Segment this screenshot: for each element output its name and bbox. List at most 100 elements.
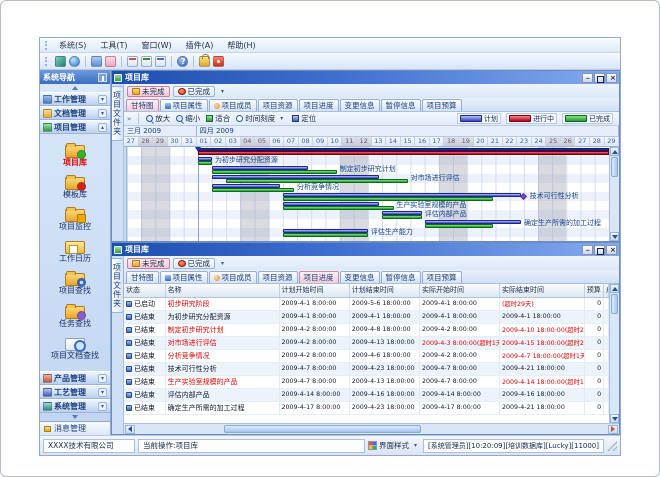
column-header-7[interactable]: 成 [604, 284, 609, 297]
gantt-done-bar[interactable] [382, 215, 422, 219]
table-row[interactable]: 已结束为初步研究分配资源2009-4-1 8:00:002009-4-1 18:… [124, 310, 609, 323]
menu-item-4[interactable]: 帮助(H) [220, 39, 262, 52]
table-tab-5[interactable]: 变更信息 [340, 271, 380, 283]
gantt-tab-6[interactable]: 暂停信息 [381, 99, 421, 111]
table-tab-7[interactable]: 项目预算 [422, 271, 462, 283]
table-row[interactable]: 已结束分析竞争情况2009-4-2 8:00:002009-4-6 18:00:… [124, 349, 609, 362]
scroll-thumb[interactable] [224, 425, 421, 433]
menubar-grip[interactable] [45, 41, 48, 50]
menu-item-3[interactable]: 插件(A) [179, 39, 221, 52]
sidebar-item-folder-search[interactable]: 项目查找 [59, 273, 91, 295]
sidebar-section-work[interactable]: 工作管理▾ [40, 92, 110, 106]
sidebar-section-project[interactable]: 项目管理▴ [40, 120, 110, 134]
report-add-icon[interactable] [141, 56, 152, 67]
gantt-done-bar[interactable] [283, 233, 368, 237]
column-header-2[interactable]: 计划开始时间 [279, 284, 349, 297]
zoom-out-button[interactable]: 缩小 [176, 113, 200, 124]
scroll-down-icon[interactable] [610, 414, 619, 423]
close-icon[interactable] [606, 73, 617, 83]
gantt-tab-0[interactable]: 甘特图 [126, 99, 159, 111]
menu-item-0[interactable]: 系统(S) [52, 39, 93, 52]
sidebar-scroll-up[interactable] [40, 84, 110, 92]
table-tab-6[interactable]: 暂停信息 [381, 271, 421, 283]
filter-unfinished-button[interactable]: 未完成 [127, 258, 170, 269]
sidebar-item-folder-star[interactable]: 项目监控 [59, 209, 91, 231]
table-row[interactable]: 已结束技术可行性分析2009-4-7 8:00:002009-4-23 18:0… [124, 362, 609, 375]
table-tab-3[interactable]: 项目资源 [258, 271, 298, 283]
table-vertical-scrollbar[interactable] [609, 284, 619, 423]
folder-vertical-tab[interactable]: 项目文件夹 [112, 86, 124, 141]
column-header-4[interactable]: 实际开始时间 [420, 284, 500, 297]
folder-open-icon[interactable] [105, 56, 116, 67]
gantt-chart[interactable]: 为初步研究分配资源制定初步研究计划对市场进行评估分析竞争情况技术可行性分析生产实… [127, 147, 609, 241]
sidebar-item-doc-search[interactable]: 项目文档查找 [51, 338, 99, 360]
gantt-done-bar[interactable] [425, 224, 493, 228]
scroll-up-icon[interactable] [610, 284, 619, 293]
gantt-done-bar[interactable] [283, 206, 394, 210]
table-row[interactable]: 已结束制定初步研究计划2009-4-2 8:00:002009-4-8 18:0… [124, 323, 609, 336]
scroll-right-icon[interactable] [608, 425, 618, 434]
overflow-chevron-icon[interactable]: » [127, 115, 131, 123]
table-tab-1[interactable]: 项目属性 [160, 271, 208, 283]
zoom-in-button[interactable]: 放大 [146, 113, 170, 124]
gantt-vertical-scrollbar[interactable] [609, 147, 619, 241]
chevron-down-icon[interactable]: ▾ [98, 374, 107, 383]
timescale-button[interactable]: 时间刻度▾ [236, 113, 286, 124]
minimize-icon[interactable] [582, 73, 593, 83]
gantt-tab-4[interactable]: 项目进度 [299, 99, 339, 111]
scroll-thumb[interactable] [611, 157, 618, 177]
table-row[interactable]: 已启动初步研究阶段2009-4-1 8:00:002009-5-6 18:00:… [124, 297, 609, 310]
column-header-0[interactable]: 状态 [124, 284, 165, 297]
dropdown-arrow-icon[interactable]: ▾ [218, 260, 227, 267]
gantt-tab-1[interactable]: 项目属性 [160, 99, 208, 111]
resize-grip[interactable] [607, 441, 617, 451]
table-row[interactable]: 已结束确定生产所需的加工过程2009-4-17 8:00:002009-4-23… [124, 401, 609, 414]
toolbar-grip[interactable] [45, 57, 48, 66]
sidebar-item-folder-green[interactable]: 项目库 [63, 145, 87, 167]
minimize-icon[interactable] [582, 245, 593, 255]
gantt-tab-2[interactable]: 项目成员 [209, 99, 257, 111]
filter-finished-button[interactable]: 已完成 [173, 258, 216, 269]
sidebar-item-folder-users[interactable]: 任务查找 [59, 306, 91, 328]
gantt-summary-progress-bar[interactable] [198, 151, 609, 155]
table-header[interactable]: 状态名称计划开始时间计划结束时间实际开始时间实际结束时间预算成 [124, 284, 609, 297]
scroll-down-icon[interactable] [610, 232, 619, 241]
filter-unfinished-button[interactable]: 未完成 [127, 86, 170, 97]
gantt-done-bar[interactable] [212, 188, 294, 192]
folder-vertical-tab[interactable]: 项目文件夹 [112, 258, 124, 313]
chevron-down-icon[interactable]: ▾ [98, 95, 107, 104]
report-icon[interactable] [127, 56, 138, 67]
help-icon[interactable] [177, 56, 188, 67]
gantt-done-bar[interactable] [212, 170, 337, 174]
sidebar-item-calendar[interactable]: 工作日历 [59, 241, 91, 263]
column-header-1[interactable]: 名称 [165, 284, 279, 297]
connect-icon[interactable] [55, 56, 66, 67]
sidebar-section-docs[interactable]: 文档管理▾ [40, 106, 110, 120]
pin-icon[interactable] [98, 73, 107, 82]
menu-item-1[interactable]: 工具(T) [93, 39, 134, 52]
dropdown-arrow-icon[interactable]: ▾ [218, 88, 227, 95]
fit-button[interactable]: 适合 [206, 113, 230, 124]
table-row[interactable]: 已结束生产实验室规模的产品2009-4-7 8:00:002009-4-13 1… [124, 375, 609, 388]
table-tab-4[interactable]: 项目进度 [299, 271, 339, 283]
ui-style-button[interactable]: 界面样式 ▾ [368, 440, 420, 451]
gantt-tab-5[interactable]: 变更信息 [340, 99, 380, 111]
scroll-up-icon[interactable] [610, 147, 619, 156]
sidebar-item-folder-stop[interactable]: 模板库 [63, 177, 87, 199]
sidebar-section-product[interactable]: 产品管理▾ [40, 371, 110, 385]
exit-icon[interactable] [213, 56, 224, 67]
lock-icon[interactable] [199, 56, 210, 67]
chevron-up-icon[interactable]: ▴ [98, 123, 107, 132]
menu-item-2[interactable]: 窗口(W) [134, 39, 178, 52]
gantt-tab-7[interactable]: 项目预算 [422, 99, 462, 111]
web-icon[interactable] [69, 56, 80, 67]
sidebar-section-system[interactable]: 系统管理▾ [40, 399, 110, 413]
table-horizontal-scrollbar[interactable] [124, 423, 619, 434]
table-row[interactable]: 已结束对市场进行评估2009-4-2 8:00:002009-4-13 18:0… [124, 336, 609, 349]
chevron-down-icon[interactable]: ▾ [98, 402, 107, 411]
chevron-down-icon[interactable]: ▾ [98, 109, 107, 118]
column-header-5[interactable]: 实际结束时间 [499, 284, 584, 297]
scroll-left-icon[interactable] [125, 425, 135, 434]
gantt-done-bar[interactable] [198, 161, 212, 165]
filter-finished-button[interactable]: 已完成 [173, 86, 216, 97]
